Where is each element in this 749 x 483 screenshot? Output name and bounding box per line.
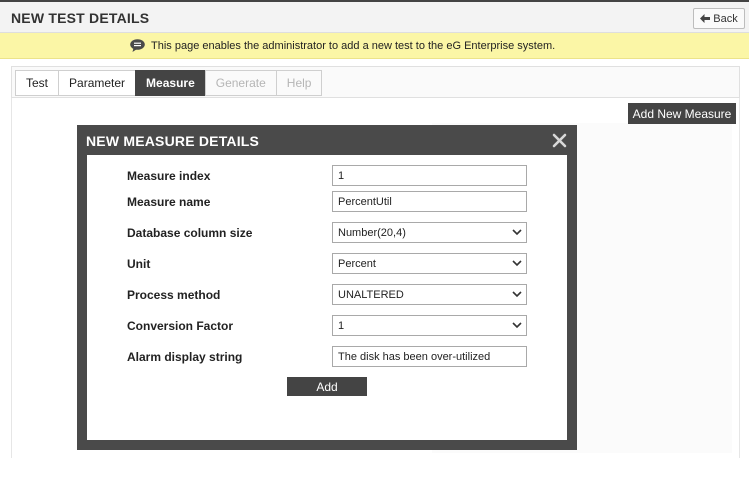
- add-new-measure-button[interactable]: Add New Measure: [628, 103, 736, 124]
- conversion-factor-label: Conversion Factor: [127, 319, 234, 333]
- dialog-body: Measure index 1 Measure name PercentUtil…: [87, 155, 567, 440]
- measure-index-label: Measure index: [127, 169, 211, 183]
- tab-parameter[interactable]: Parameter: [58, 70, 136, 96]
- back-button-label: Back: [713, 12, 738, 25]
- process-method-value: UNALTERED: [338, 288, 404, 301]
- tab-help: Help: [275, 70, 323, 96]
- db-column-size-label: Database column size: [127, 226, 253, 240]
- tab-test[interactable]: Test: [15, 70, 59, 96]
- tab-measure[interactable]: Measure: [135, 70, 205, 96]
- page-title: NEW TEST DETAILS: [11, 10, 150, 26]
- close-icon[interactable]: [552, 133, 567, 148]
- db-column-size-value: Number(20,4): [338, 226, 406, 239]
- info-text: This page enables the administrator to a…: [151, 39, 556, 52]
- chevron-down-icon: [512, 229, 522, 236]
- alarm-display-label: Alarm display string: [127, 350, 243, 364]
- dialog-title: NEW MEASURE DETAILS: [86, 133, 260, 149]
- measure-name-input[interactable]: PercentUtil: [332, 191, 527, 212]
- tab-bar: Test Parameter Measure Generate Help: [11, 66, 740, 98]
- speech-bubble-icon: [130, 39, 145, 52]
- process-method-label: Process method: [127, 288, 221, 302]
- page-header: NEW TEST DETAILS Back: [0, 0, 749, 33]
- conversion-factor-value: 1: [338, 319, 345, 332]
- add-button[interactable]: Add: [287, 377, 367, 396]
- tab-generate: Generate: [204, 70, 276, 96]
- back-button[interactable]: Back: [693, 8, 745, 29]
- unit-label: Unit: [127, 257, 151, 271]
- measure-name-label: Measure name: [127, 195, 211, 209]
- db-column-size-select[interactable]: Number(20,4): [332, 222, 527, 243]
- conversion-factor-select[interactable]: 1: [332, 315, 527, 336]
- measure-index-input[interactable]: 1: [332, 165, 527, 186]
- new-measure-dialog: NEW MEASURE DETAILS Measure index 1 Meas…: [77, 125, 577, 450]
- chevron-down-icon: [512, 322, 522, 329]
- unit-select[interactable]: Percent: [332, 253, 527, 274]
- info-banner: This page enables the administrator to a…: [0, 33, 749, 59]
- process-method-select[interactable]: UNALTERED: [332, 284, 527, 305]
- back-arrow-icon: [700, 14, 711, 23]
- alarm-display-input[interactable]: The disk has been over-utilized: [332, 346, 527, 367]
- chevron-down-icon: [512, 291, 522, 298]
- unit-value: Percent: [338, 257, 376, 270]
- chevron-down-icon: [512, 260, 522, 267]
